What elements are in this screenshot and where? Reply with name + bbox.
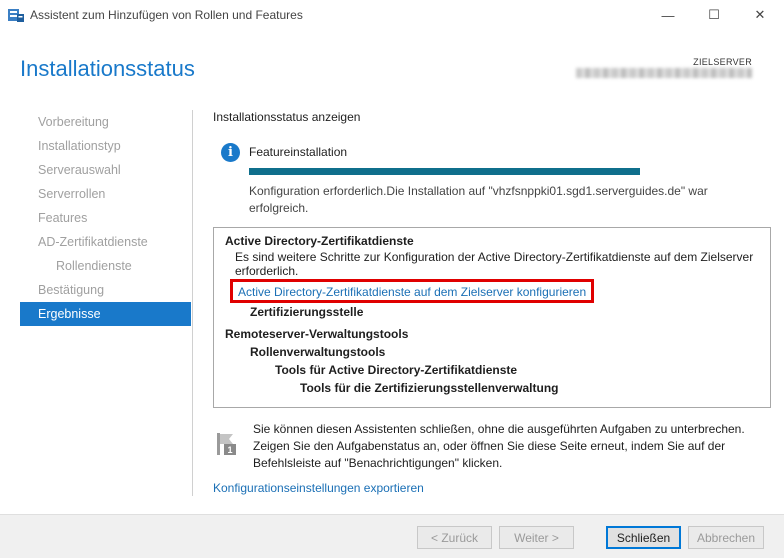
target-server-name-redacted xyxy=(576,68,752,78)
feature-installation-label: Featureinstallation xyxy=(249,145,348,159)
server-manager-icon xyxy=(8,9,24,22)
result-ad-cs-description: Es sind weitere Schritte zur Konfigurati… xyxy=(235,250,754,278)
installation-status-text: Konfiguration erforderlich.Die Installat… xyxy=(249,184,708,215)
notification-flag-icon: 1 xyxy=(217,433,236,455)
close-icon: ✕ xyxy=(754,7,766,22)
cancel-button[interactable]: Abbrechen xyxy=(688,526,764,549)
minimize-icon: — xyxy=(661,7,675,23)
export-configuration-link[interactable]: Konfigurationseinstellungen exportieren xyxy=(213,481,424,495)
configure-ad-cs-link[interactable]: Active Directory-Zertifikatdienste auf d… xyxy=(238,285,586,299)
nav-item-ad-zertifikatdienste[interactable]: AD-Zertifikatdienste xyxy=(20,230,191,254)
back-button[interactable]: < Zurück xyxy=(417,526,492,549)
result-certification-authority: Zertifizierungsstelle xyxy=(250,305,364,319)
minimize-button[interactable]: — xyxy=(645,0,691,30)
info-icon: i xyxy=(221,143,240,162)
result-ca-management-tools: Tools für die Zertifizierungsstellenverw… xyxy=(300,381,559,395)
result-ad-cs-tools: Tools für Active Directory-Zertifikatdie… xyxy=(275,363,518,377)
nav-item-rollendienste[interactable]: Rollendienste xyxy=(20,254,191,278)
result-rsat: Remoteserver-Verwaltungstools xyxy=(225,327,409,341)
progress-fill xyxy=(249,168,640,175)
result-role-admin-tools: Rollenverwaltungstools xyxy=(250,345,386,359)
maximize-icon: ☐ xyxy=(708,7,720,22)
result-ad-cs-title: Active Directory-Zertifikatdienste xyxy=(225,234,414,248)
window-title: Assistent zum Hinzufügen von Rollen und … xyxy=(30,8,303,22)
wizard-nav: Vorbereitung Installationstyp Serverausw… xyxy=(20,110,191,326)
nav-item-bestaetigung[interactable]: Bestätigung xyxy=(20,278,191,302)
results-panel: Active Directory-Zertifikatdienste Es si… xyxy=(213,227,771,408)
section-title: Installationsstatus anzeigen xyxy=(213,110,361,124)
installation-progress-bar xyxy=(249,168,640,175)
close-button[interactable]: Schließen xyxy=(606,526,681,549)
nav-item-vorbereitung[interactable]: Vorbereitung xyxy=(20,110,191,134)
wizard-header: Installationsstatus ZIELSERVER xyxy=(0,30,784,100)
notification-badge: 1 xyxy=(227,445,232,455)
title-bar: Assistent zum Hinzufügen von Rollen und … xyxy=(0,0,784,30)
nav-item-installationstyp[interactable]: Installationstyp xyxy=(20,134,191,158)
nav-item-serverauswahl[interactable]: Serverauswahl xyxy=(20,158,191,182)
nav-item-serverrollen[interactable]: Serverrollen xyxy=(20,182,191,206)
maximize-button[interactable]: ☐ xyxy=(691,0,737,30)
notification-hint-text: Sie können diesen Assistenten schließen,… xyxy=(253,422,745,470)
nav-item-ergebnisse[interactable]: Ergebnisse xyxy=(20,302,191,326)
close-window-button[interactable]: ✕ xyxy=(737,0,783,30)
page-title: Installationsstatus xyxy=(20,56,195,81)
wizard-footer: < Zurück Weiter > Schließen Abbrechen xyxy=(0,514,784,558)
target-server-label: ZIELSERVER xyxy=(693,57,752,67)
nav-divider xyxy=(192,110,193,496)
next-button[interactable]: Weiter > xyxy=(499,526,574,549)
nav-item-features[interactable]: Features xyxy=(20,206,191,230)
